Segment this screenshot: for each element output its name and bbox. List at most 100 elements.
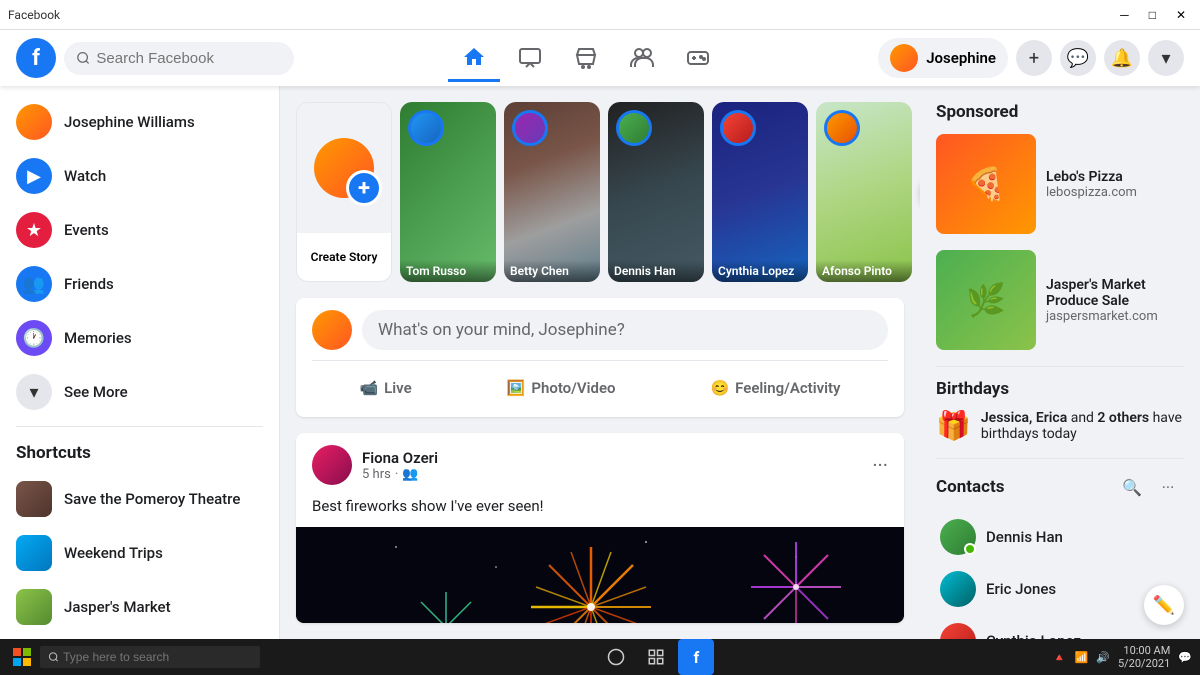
nav-right: Josephine + 💬 🔔 ▾: [878, 38, 1184, 78]
story-cynthia-avatar: [720, 110, 756, 146]
search-icon: [76, 50, 90, 66]
taskbar-search-input[interactable]: [63, 650, 252, 664]
nav-marketplace-button[interactable]: [560, 34, 612, 82]
post-box: What's on your mind, Josephine? 📹 Live 🖼…: [296, 298, 904, 417]
taskbar-wifi-icon: 🔺: [1053, 651, 1067, 664]
story-betty[interactable]: Betty Chen: [504, 102, 600, 282]
post-header: Fiona Ozeri 5 hrs · 👥 ···: [296, 433, 904, 497]
nav-center: [294, 34, 878, 82]
sidebar-item-friends[interactable]: 👥 Friends: [8, 258, 271, 310]
ad-jasper[interactable]: 🌿 Jasper's Market Produce Sale jaspersma…: [936, 250, 1184, 350]
birthdays-title: Birthdays: [936, 379, 1184, 399]
contacts-actions: 🔍 ···: [1116, 471, 1184, 503]
contacts-more-button[interactable]: ···: [1152, 471, 1184, 503]
weekendtrips-icon: [16, 535, 52, 571]
taskbar-wifi-signal-icon: 📶: [1075, 651, 1089, 664]
window-controls[interactable]: ─ □ ✕: [1114, 6, 1192, 24]
sidebar-item-seemore[interactable]: ▾ See More: [8, 366, 271, 418]
sidebar-memories-label: Memories: [64, 329, 132, 347]
contacts-title: Contacts: [936, 477, 1004, 497]
contact-cynthia[interactable]: Cynthia Lopez: [936, 617, 1184, 639]
story-afonso[interactable]: Afonso Pinto: [816, 102, 912, 282]
sponsored-title: Sponsored: [936, 102, 1184, 122]
contacts-header: Contacts 🔍 ···: [936, 471, 1184, 503]
fireworks-svg: [296, 527, 904, 623]
ad-lebo-name: Lebo's Pizza: [1046, 169, 1137, 185]
story-betty-avatar: [512, 110, 548, 146]
new-message-button[interactable]: ✏️: [1144, 585, 1184, 625]
shortcut-pomeroy[interactable]: Save the Pomeroy Theatre: [8, 473, 271, 525]
window-title: Facebook: [8, 8, 60, 22]
shortcut-jaspers[interactable]: Jasper's Market: [8, 581, 271, 633]
feeling-button[interactable]: 😊 Feeling/Activity: [694, 371, 856, 405]
pomeroy-icon: [16, 481, 52, 517]
minimize-button[interactable]: ─: [1114, 6, 1135, 24]
contact-cynthia-avatar: [940, 623, 976, 639]
ad-jasper-name: Jasper's Market Produce Sale: [1046, 277, 1184, 309]
sidebar-events-label: Events: [64, 221, 109, 239]
add-button[interactable]: +: [1016, 40, 1052, 76]
messenger-button[interactable]: 💬: [1060, 40, 1096, 76]
post-actions: 📹 Live 🖼️ Photo/Video 😊 Feeling/Activity: [312, 360, 888, 405]
nav-home-button[interactable]: [448, 34, 500, 82]
post-more-button[interactable]: ···: [872, 453, 888, 477]
taskbar-task-view-button[interactable]: [598, 639, 634, 675]
maximize-button[interactable]: □: [1143, 6, 1162, 24]
shortcut-redtable[interactable]: Red Table Talk Group: [8, 635, 271, 639]
user-name-label: Josephine: [926, 49, 996, 67]
post-privacy-icon: 👥: [402, 467, 418, 482]
friends-icon: 👥: [16, 266, 52, 302]
ad-lebo[interactable]: 🍕 Lebo's Pizza lebospizza.com: [936, 134, 1184, 234]
search-bar[interactable]: [64, 42, 294, 75]
close-button[interactable]: ✕: [1170, 6, 1192, 24]
sidebar-item-user[interactable]: Josephine Williams: [8, 96, 271, 148]
fiona-post: Fiona Ozeri 5 hrs · 👥 ··· Best fireworks…: [296, 433, 904, 623]
windows-logo-icon: [13, 648, 31, 666]
taskbar-notification-icon[interactable]: 💬: [1178, 651, 1192, 664]
taskbar-facebook-button[interactable]: f: [678, 639, 714, 675]
ad-lebo-info: Lebo's Pizza lebospizza.com: [1046, 134, 1137, 234]
center-feed: + Create Story Tom Russo Betty Chen Denn…: [280, 86, 920, 639]
story-cynthia[interactable]: Cynthia Lopez: [712, 102, 808, 282]
user-profile-button[interactable]: Josephine: [878, 38, 1008, 78]
top-nav: f Josephine + 💬 🔔 ▾: [0, 30, 1200, 86]
nav-watch-button[interactable]: [504, 34, 556, 82]
story-dennis[interactable]: Dennis Han: [608, 102, 704, 282]
feeling-icon: 😊: [710, 379, 729, 397]
photo-icon: 🖼️: [507, 379, 526, 397]
ad-jasper-url: jaspersmarket.com: [1046, 309, 1184, 324]
sidebar-item-watch[interactable]: ▶ Watch: [8, 150, 271, 202]
sidebar-item-memories[interactable]: 🕐 Memories: [8, 312, 271, 364]
contact-dennis[interactable]: Dennis Han: [936, 513, 1184, 561]
notifications-button[interactable]: 🔔: [1104, 40, 1140, 76]
events-icon: ★: [16, 212, 52, 248]
contact-eric-avatar: [940, 571, 976, 607]
story-tom[interactable]: Tom Russo: [400, 102, 496, 282]
windows-start-button[interactable]: [8, 643, 36, 671]
search-input[interactable]: [96, 50, 282, 67]
shortcut-weekendtrips[interactable]: Weekend Trips: [8, 527, 271, 579]
contacts-search-button[interactable]: 🔍: [1116, 471, 1148, 503]
nav-gaming-button[interactable]: [672, 34, 724, 82]
taskbar-search-bar[interactable]: [40, 646, 260, 668]
nav-groups-button[interactable]: [616, 34, 668, 82]
live-icon: 📹: [359, 379, 378, 397]
menu-button[interactable]: ▾: [1148, 40, 1184, 76]
facebook-logo[interactable]: f: [16, 38, 56, 78]
ad-lebo-url: lebospizza.com: [1046, 185, 1137, 200]
photo-video-button[interactable]: 🖼️ Photo/Video: [491, 371, 632, 405]
birthday-names: Jessica, Erica: [981, 410, 1067, 426]
contact-cynthia-name: Cynthia Lopez: [986, 632, 1081, 639]
sidebar-item-events[interactable]: ★ Events: [8, 204, 271, 256]
shortcut-weekendtrips-label: Weekend Trips: [64, 544, 163, 562]
photo-label: Photo/Video: [531, 379, 615, 397]
create-story-card[interactable]: + Create Story: [296, 102, 392, 282]
taskbar-apps-button[interactable]: [638, 639, 674, 675]
post-box-avatar: [312, 310, 352, 350]
main-layout: Josephine Williams ▶ Watch ★ Events 👥 Fr…: [0, 86, 1200, 639]
taskbar-search-icon: [48, 651, 59, 663]
post-input[interactable]: What's on your mind, Josephine?: [362, 310, 888, 350]
birthday-text: Jessica, Erica and 2 others have birthda…: [981, 410, 1184, 442]
taskbar-clock: 10:00 AM 5/20/2021: [1118, 644, 1170, 670]
live-button[interactable]: 📹 Live: [343, 371, 427, 405]
